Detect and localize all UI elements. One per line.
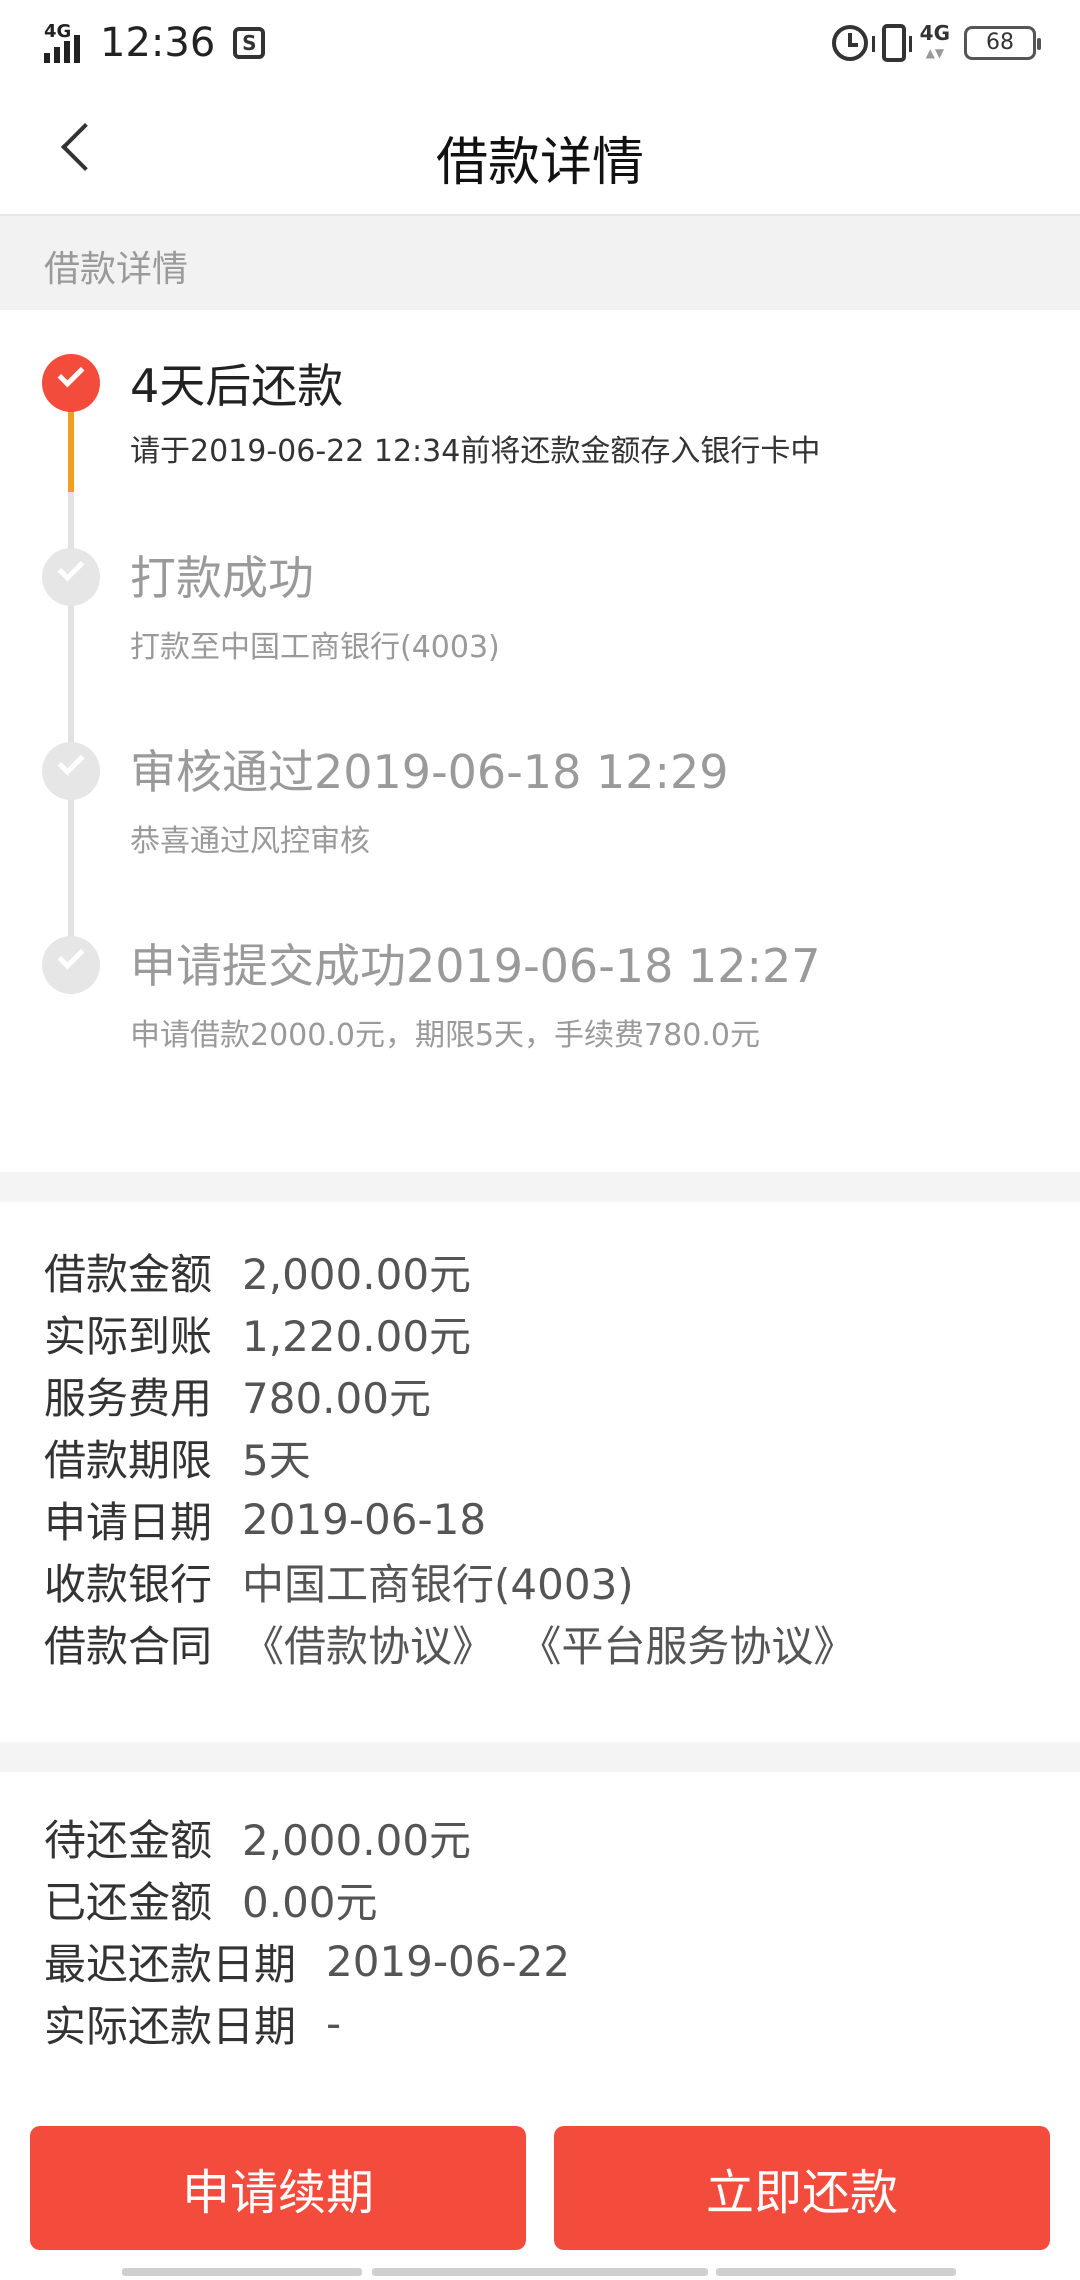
check-icon: [57, 942, 85, 970]
section-divider: [0, 1742, 1080, 1772]
vibrate-icon: [871, 24, 912, 62]
info-label: 收款银行: [44, 1559, 213, 1609]
timeline-step-title: 审核通过2019-06-18 12:29: [130, 745, 729, 799]
status-time: 12:36: [100, 20, 216, 66]
loan-agreement-link[interactable]: 《借款协议》: [242, 1622, 494, 1671]
apply-renewal-button[interactable]: 申请续期: [30, 2126, 526, 2250]
info-label: 最迟还款日期: [44, 1939, 297, 1989]
info-label: 待还金额: [44, 1815, 213, 1865]
info-value: 5天: [242, 1435, 311, 1485]
status-left: 4G 12:36 S: [44, 18, 266, 68]
status-bar: 4G 12:36 S 4G ▲▼ 68: [0, 0, 1080, 84]
timeline-step-title: 申请提交成功2019-06-18 12:27: [130, 939, 821, 993]
timeline-step-title: 打款成功: [130, 551, 314, 605]
timeline-dot: [42, 742, 100, 800]
contract-links: 《借款协议》 《平台服务协议》: [242, 1613, 867, 1674]
check-icon: [57, 748, 85, 776]
timeline-step-desc: 申请借款2000.0元，期限5天，手续费780.0元: [130, 1018, 760, 1053]
timeline-dot: [42, 936, 100, 994]
info-value: 2,000.00元: [242, 1249, 472, 1299]
info-row-term: 借款期限 5天: [44, 1426, 311, 1488]
info-value: 2019-06-18: [242, 1494, 487, 1544]
info-row-actual-date: 实际还款日期 -: [44, 1992, 341, 2054]
page-title: 借款详情: [435, 133, 644, 193]
timeline-dot-active: [42, 354, 100, 412]
loan-info-panel: 借款金额 2,000.00元 实际到账 1,220.00元 服务费用 780.0…: [0, 1202, 1080, 1742]
repay-now-button[interactable]: 立即还款: [554, 2126, 1050, 2250]
info-value: 2,000.00元: [242, 1815, 472, 1865]
section-header: 借款详情: [0, 216, 1080, 310]
info-row-contract: 借款合同 《借款协议》 《平台服务协议》: [44, 1612, 867, 1674]
info-row-repaid: 已还金额 0.00元: [44, 1868, 378, 1930]
timeline-step-title: 4天后还款: [130, 359, 344, 413]
info-label: 申请日期: [44, 1497, 213, 1547]
notification-icon: S: [233, 27, 266, 59]
info-value: 中国工商银行(4003): [242, 1559, 634, 1609]
info-row-due-date: 最迟还款日期 2019-06-22: [44, 1930, 570, 1992]
section-divider: [0, 1172, 1080, 1202]
info-label: 借款合同: [44, 1621, 213, 1671]
status-right: 4G ▲▼ 68: [831, 18, 1041, 68]
info-value: 780.00元: [242, 1373, 431, 1423]
alarm-icon: [831, 25, 868, 61]
info-row-amount: 借款金额 2,000.00元: [44, 1240, 471, 1302]
info-label: 借款金额: [44, 1249, 213, 1299]
check-icon: [57, 360, 85, 388]
info-label: 实际还款日期: [44, 2001, 297, 2051]
cellular-signal-icon: 4G: [44, 21, 92, 65]
loan-status-timeline: 4天后还款 请于2019-06-22 12:34前将还款金额存入银行卡中 打款成…: [0, 310, 1080, 1172]
info-label: 借款期限: [44, 1435, 213, 1485]
timeline-step-desc: 打款至中国工商银行(4003): [130, 630, 500, 665]
nav-bar: 借款详情: [0, 84, 1080, 216]
network-type-right: 4G ▲▼: [919, 21, 950, 60]
info-value: 2019-06-22: [326, 1936, 571, 1986]
info-row-apply-date: 申请日期 2019-06-18: [44, 1488, 486, 1550]
info-value: 1,220.00元: [242, 1311, 472, 1361]
network-type-left: 4G: [44, 21, 72, 42]
info-row-fee: 服务费用 780.00元: [44, 1364, 431, 1426]
home-indicator: [716, 2268, 956, 2276]
section-header-label: 借款详情: [44, 249, 189, 290]
info-value: 0.00元: [242, 1877, 378, 1927]
info-label: 已还金额: [44, 1877, 213, 1927]
timeline-step-desc: 恭喜通过风控审核: [130, 824, 370, 859]
info-row-bank: 收款银行 中国工商银行(4003): [44, 1550, 634, 1612]
battery-icon: 68: [964, 26, 1041, 60]
timeline-step-desc: 请于2019-06-22 12:34前将还款金额存入银行卡中: [130, 434, 821, 469]
home-indicator: [372, 2268, 708, 2276]
repayment-info-panel: 待还金额 2,000.00元 已还金额 0.00元 最迟还款日期 2019-06…: [0, 1772, 1080, 2102]
info-value: -: [326, 1998, 342, 2048]
timeline-dot: [42, 548, 100, 606]
check-icon: [57, 554, 85, 582]
info-row-pending: 待还金额 2,000.00元: [44, 1806, 471, 1868]
platform-service-agreement-link[interactable]: 《平台服务协议》: [519, 1622, 855, 1671]
info-label: 服务费用: [44, 1373, 213, 1423]
info-row-received: 实际到账 1,220.00元: [44, 1302, 471, 1364]
home-indicator: [122, 2268, 362, 2276]
info-label: 实际到账: [44, 1311, 213, 1361]
